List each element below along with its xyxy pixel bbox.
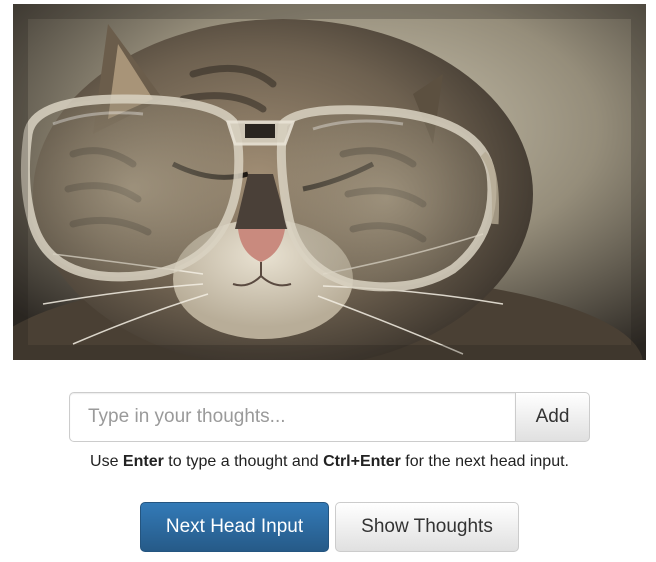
- show-thoughts-button[interactable]: Show Thoughts: [335, 502, 519, 552]
- cat-photo: [13, 4, 646, 360]
- enter-key-label: Enter: [122, 453, 164, 470]
- page: Add Use Enter to type a thought and Ctrl…: [0, 0, 656, 562]
- add-button[interactable]: Add: [515, 392, 590, 442]
- cat-with-glasses-image: [13, 4, 646, 360]
- help-text: Use Enter to type a thought and Ctrl+Ent…: [69, 447, 590, 477]
- thought-input[interactable]: [69, 392, 515, 442]
- thought-input-group: Add: [69, 392, 590, 442]
- help-prefix: Use: [90, 453, 123, 470]
- ctrl-enter-key-label: Ctrl+Enter: [323, 453, 401, 470]
- help-suffix: for the next head input.: [400, 453, 569, 470]
- help-middle: to type a thought and: [163, 453, 324, 470]
- next-head-input-button[interactable]: Next Head Input: [140, 502, 329, 552]
